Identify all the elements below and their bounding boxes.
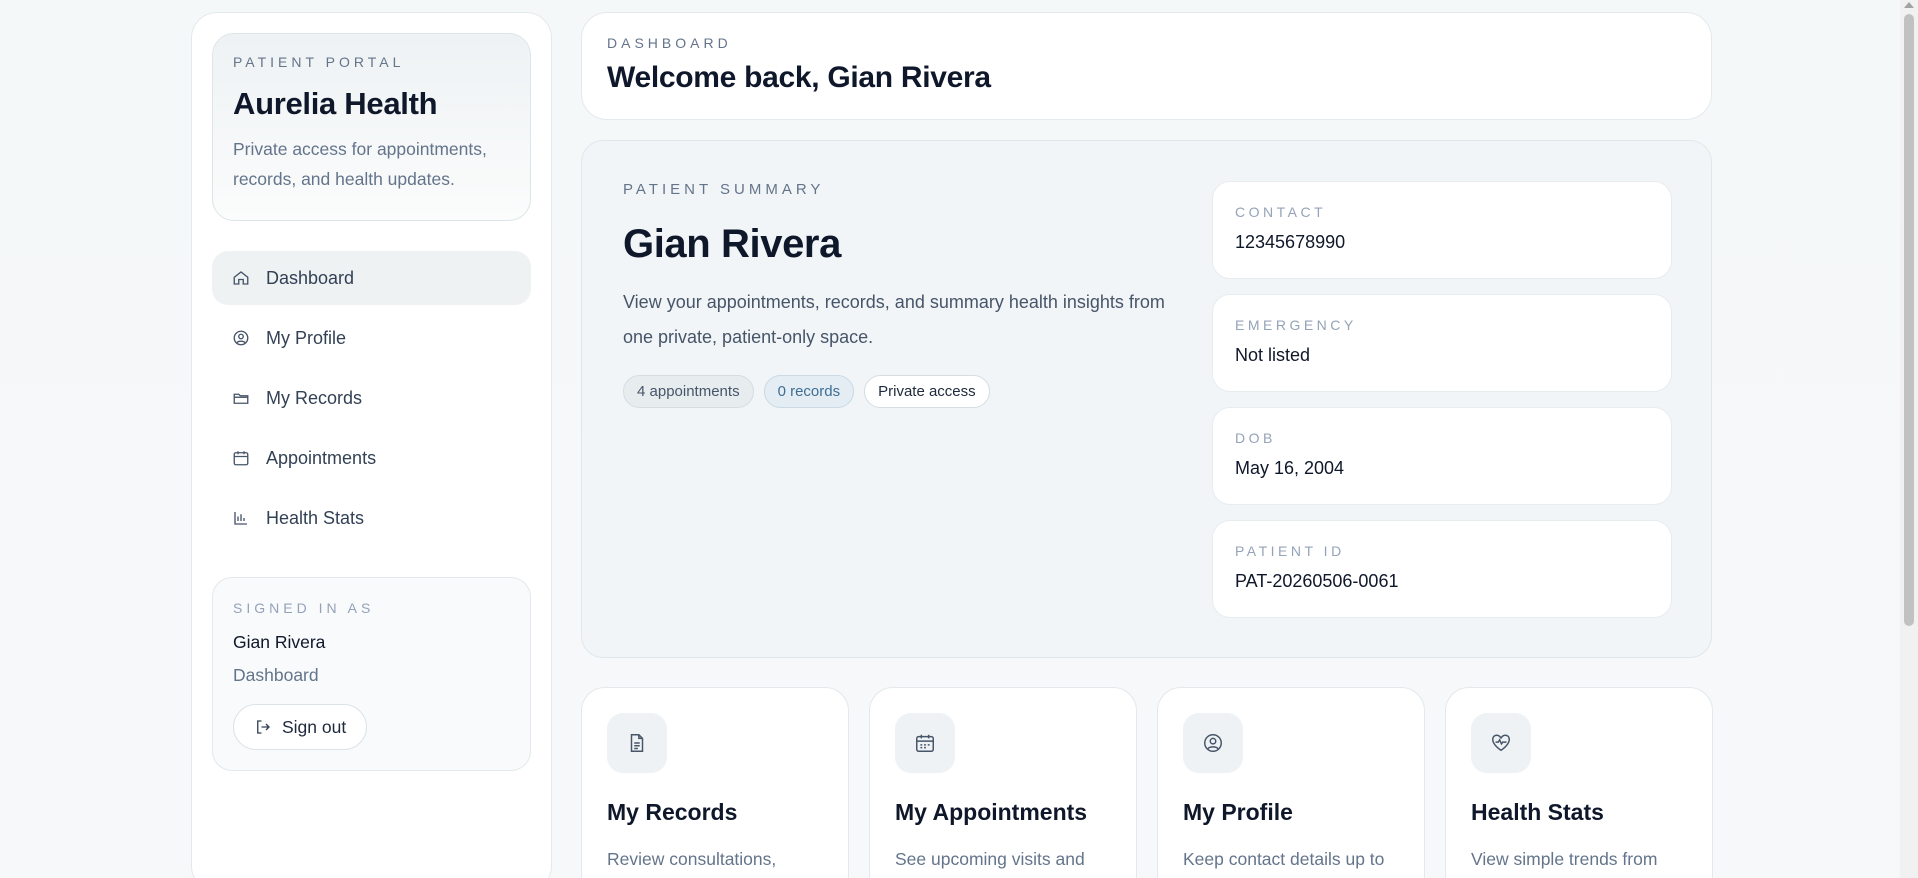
card-health-stats[interactable]: Health Stats View simple trends from (1445, 687, 1713, 878)
user-circle-icon (1204, 734, 1222, 752)
info-label: EMERGENCY (1235, 317, 1357, 333)
sidebar-item-label: Health Stats (266, 507, 365, 528)
card-icon-wrap (895, 713, 955, 773)
info-value: 12345678990 (1235, 232, 1346, 252)
signed-in-page: Dashboard (233, 665, 319, 685)
sign-out-icon (257, 720, 270, 734)
sidebar-item-label: My Records (266, 387, 363, 408)
patient-name: Gian Rivera (623, 222, 841, 266)
appointments-count-badge: 4 appointments (623, 375, 754, 408)
folder-icon (233, 393, 249, 404)
sidebar-item-label: Dashboard (266, 267, 355, 288)
summary-chips: 4 appointments 0 records Private access (623, 375, 1183, 408)
signed-in-name: Gian Rivera (233, 632, 326, 652)
patient-id-card: PATIENT ID PAT-20260506-0061 (1212, 520, 1672, 618)
card-icon-wrap (607, 713, 667, 773)
card-title: My Records (607, 799, 738, 825)
page-scrollbar[interactable] (1900, 0, 1918, 878)
home-icon (233, 271, 249, 285)
card-title: My Appointments (895, 799, 1088, 825)
dob-card: DOB May 16, 2004 (1212, 407, 1672, 505)
signed-in-card: SIGNED IN AS Gian Rivera Dashboard Sign … (212, 577, 531, 771)
sign-out-button[interactable]: Sign out (233, 704, 368, 750)
brand-card: PATIENT PORTAL Aurelia Health Private ac… (212, 33, 531, 221)
info-value: May 16, 2004 (1235, 458, 1345, 478)
sidebar: PATIENT PORTAL Aurelia Health Private ac… (191, 12, 552, 878)
document-icon (630, 734, 644, 752)
emergency-card: EMERGENCY Not listed (1212, 294, 1672, 392)
sidebar-item-appointments[interactable]: Appointments (212, 431, 531, 485)
brand-kicker: PATIENT PORTAL (233, 54, 405, 70)
card-description: See upcoming visits and (895, 849, 1085, 869)
sidebar-item-health-stats[interactable]: Health Stats (212, 491, 531, 545)
contact-card: CONTACT 12345678990 (1212, 181, 1672, 279)
card-description: Keep contact details up to (1183, 849, 1385, 869)
bar-chart-icon (234, 512, 247, 525)
page-header: DASHBOARD Welcome back, Gian Rivera (581, 12, 1712, 120)
card-description: View simple trends from (1471, 849, 1658, 869)
info-label: PATIENT ID (1235, 543, 1345, 559)
sidebar-item-label: My Profile (266, 327, 347, 348)
records-count-badge: 0 records (763, 375, 855, 408)
summary-kicker: PATIENT SUMMARY (623, 181, 825, 198)
summary-main: PATIENT SUMMARY Gian Rivera View your ap… (623, 181, 1183, 408)
page: PATIENT PORTAL Aurelia Health Private ac… (0, 0, 1918, 878)
user-circle-icon (233, 330, 249, 346)
sign-out-label: Sign out (282, 716, 347, 737)
signed-in-kicker: SIGNED IN AS (233, 600, 375, 616)
card-my-records[interactable]: My Records Review consultations, (581, 687, 849, 878)
card-title: My Profile (1183, 799, 1293, 825)
card-icon-wrap (1183, 713, 1243, 773)
sidebar-item-label: Appointments (266, 447, 377, 468)
sidebar-item-my-records[interactable]: My Records (212, 371, 531, 425)
summary-description: View your appointments, records, and sum… (623, 292, 1165, 347)
calendar-icon (233, 451, 249, 466)
card-my-appointments[interactable]: My Appointments See upcoming visits and (869, 687, 1137, 878)
sidebar-nav: Dashboard My Profile My Records Appointm… (212, 251, 531, 551)
sidebar-item-my-profile[interactable]: My Profile (212, 311, 531, 365)
patient-info-list: CONTACT 12345678990 EMERGENCY Not listed… (1212, 181, 1672, 633)
brand-description: Private access for appointments, records… (233, 139, 487, 189)
card-title: Health Stats (1471, 799, 1604, 825)
sidebar-item-dashboard[interactable]: Dashboard (212, 251, 531, 305)
feature-cards: My Records Review consultations, My Appo… (581, 687, 1713, 878)
calendar-icon (916, 734, 934, 752)
brand-title: Aurelia Health (233, 86, 438, 121)
card-description: Review consultations, (607, 849, 777, 869)
info-label: CONTACT (1235, 204, 1327, 220)
page-title: Welcome back, Gian Rivera (607, 61, 991, 94)
info-label: DOB (1235, 430, 1276, 446)
header-kicker: DASHBOARD (607, 35, 732, 51)
patient-summary: PATIENT SUMMARY Gian Rivera View your ap… (581, 140, 1712, 658)
info-value: PAT-20260506-0061 (1235, 571, 1399, 591)
card-icon-wrap (1471, 713, 1531, 773)
scroll-up-icon[interactable] (1904, 2, 1914, 8)
card-my-profile[interactable]: My Profile Keep contact details up to (1157, 687, 1425, 878)
scrollbar-thumb[interactable] (1904, 14, 1914, 626)
info-value: Not listed (1235, 345, 1311, 365)
heart-pulse-icon (1492, 734, 1510, 752)
private-access-badge: Private access (864, 375, 990, 408)
